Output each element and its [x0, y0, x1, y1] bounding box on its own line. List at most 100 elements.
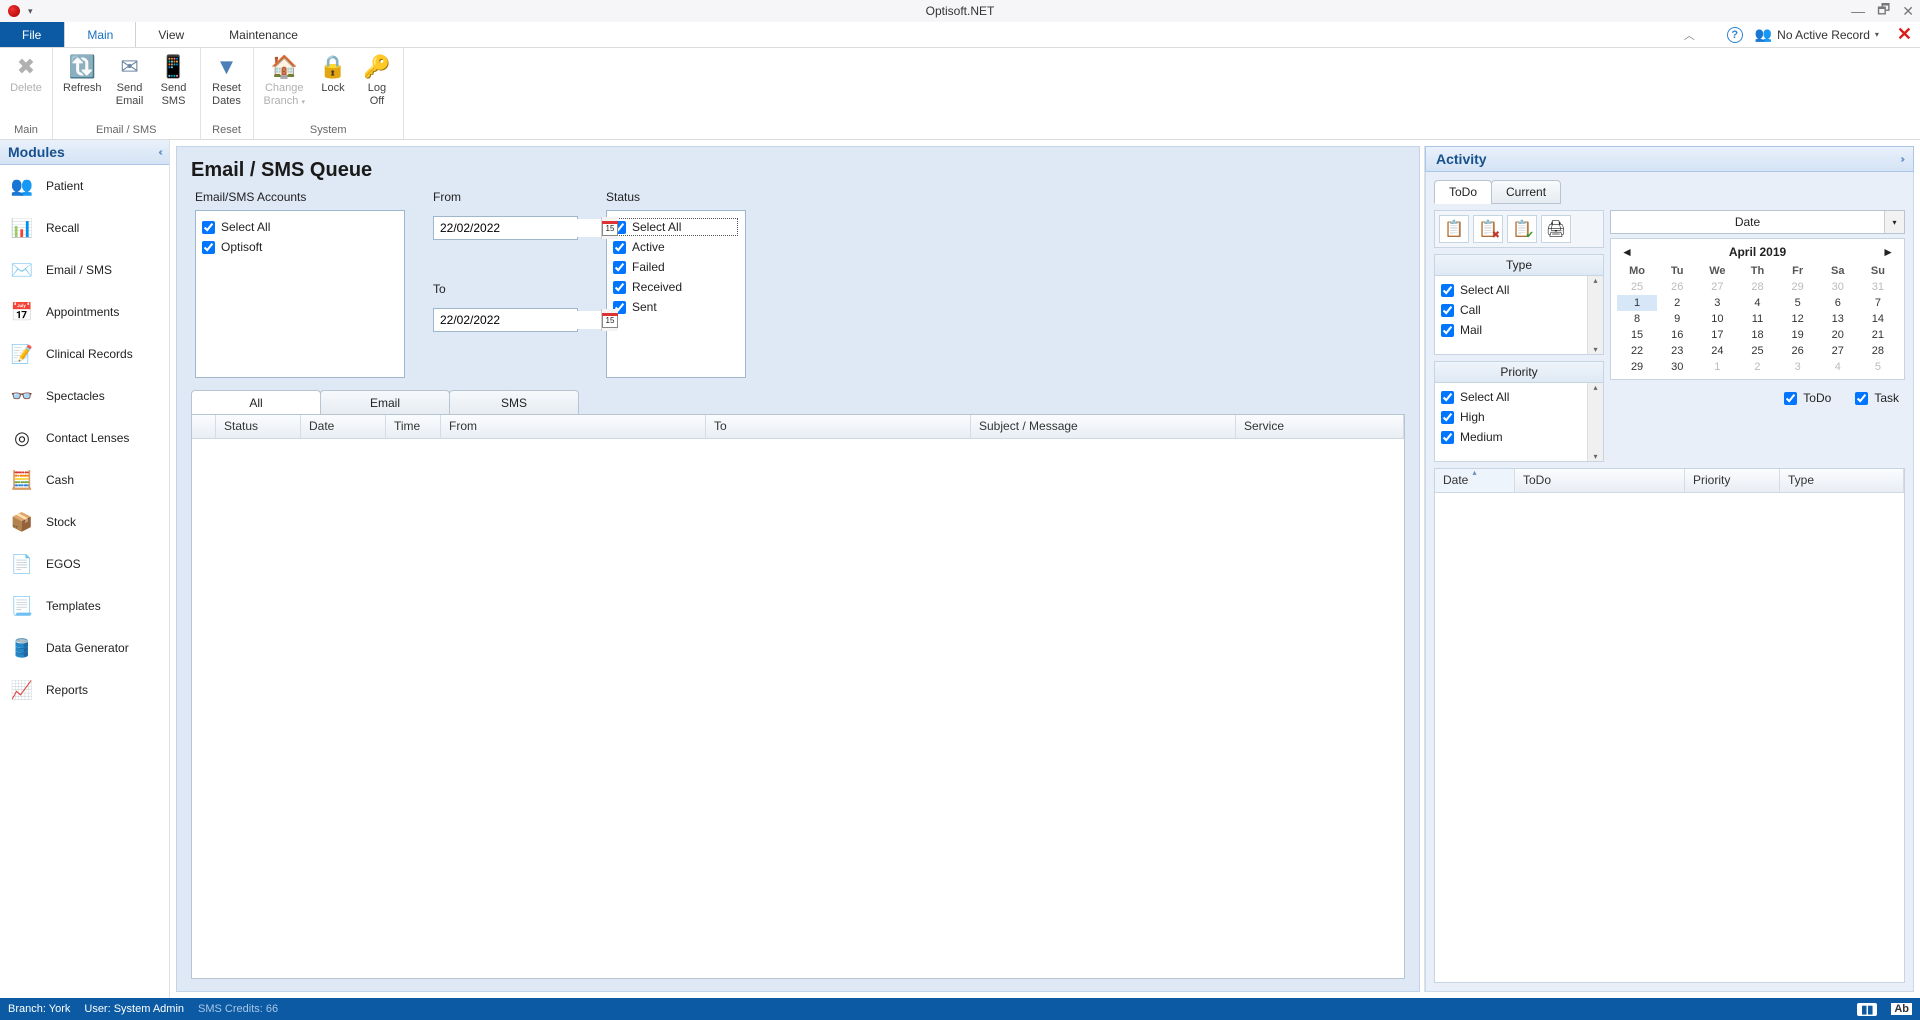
activity-tab-todo[interactable]: ToDo [1434, 180, 1492, 204]
type-scrollbar[interactable]: ▴▾ [1587, 276, 1603, 354]
delete-button[interactable]: ✖ Delete [4, 50, 48, 124]
calendar-day[interactable]: 12 [1778, 311, 1818, 327]
calendar-day[interactable]: 2 [1657, 295, 1697, 311]
menu-view[interactable]: View [136, 22, 207, 47]
calendar-day[interactable]: 25 [1737, 343, 1777, 359]
calendar-day[interactable]: 27 [1818, 343, 1858, 359]
calendar-day[interactable]: 30 [1657, 359, 1697, 375]
priority-select-all[interactable]: Select All [1441, 387, 1597, 407]
status-received[interactable]: Received [613, 277, 739, 297]
clipboard-button[interactable]: 📋 [1439, 215, 1469, 243]
type-call[interactable]: Call [1441, 300, 1597, 320]
sidebar-collapse-icon[interactable]: ‹‹ [158, 147, 161, 158]
calendar-day[interactable]: 5 [1778, 295, 1818, 311]
mini-calendar[interactable]: ◄ April 2019 ► MoTuWeThFrSaSu 2526272829… [1610, 238, 1905, 380]
from-date-picker[interactable]: 15 [601, 217, 618, 239]
calendar-day[interactable]: 4 [1818, 359, 1858, 375]
lock-button[interactable]: 🔒 Lock [311, 50, 355, 124]
collapse-ribbon-icon[interactable]: ︿ [1684, 27, 1695, 43]
menu-maintenance[interactable]: Maintenance [207, 22, 321, 47]
active-record-dropdown[interactable]: 👥 No Active Record ▾ [1755, 26, 1879, 43]
calendar-day[interactable]: 23 [1657, 343, 1697, 359]
to-date-picker[interactable]: 15 [601, 309, 618, 331]
calendar-day[interactable]: 18 [1737, 327, 1777, 343]
calendar-day[interactable]: 2 [1737, 359, 1777, 375]
log-off-button[interactable]: 🔑 Log Off [355, 50, 399, 124]
col-date[interactable]: Date [301, 415, 386, 438]
change-branch-button[interactable]: 🏠 Change Branch ▾ [258, 50, 311, 124]
col-service[interactable]: Service [1236, 415, 1404, 438]
calendar-day[interactable]: 15 [1617, 327, 1657, 343]
calendar-day[interactable]: 26 [1657, 279, 1697, 295]
menu-file[interactable]: File [0, 22, 64, 47]
calendar-day[interactable]: 6 [1818, 295, 1858, 311]
menu-main[interactable]: Main [64, 22, 136, 47]
queue-tab-all[interactable]: All [191, 390, 321, 414]
sidebar-item-data-generator[interactable]: 🛢️Data Generator [0, 627, 169, 669]
filter-todo-checkbox[interactable]: ToDo [1784, 388, 1831, 408]
queue-tab-email[interactable]: Email [320, 390, 450, 414]
col-to[interactable]: To [706, 415, 971, 438]
calendar-day[interactable]: 10 [1697, 311, 1737, 327]
priority-medium[interactable]: Medium [1441, 427, 1597, 447]
queue-grid[interactable]: Status Date Time From To Subject / Messa… [191, 414, 1405, 979]
help-icon[interactable]: ? [1727, 27, 1743, 43]
status-indicator-icon[interactable]: ▮▮ [1857, 1003, 1877, 1016]
sidebar-item-egos[interactable]: 📄EGOS [0, 543, 169, 585]
clipboard-remove-button[interactable]: 📋✖ [1473, 215, 1503, 243]
calendar-day[interactable]: 16 [1657, 327, 1697, 343]
cal-next-icon[interactable]: ► [1882, 245, 1894, 259]
calendar-day[interactable]: 17 [1697, 327, 1737, 343]
calendar-day[interactable]: 20 [1818, 327, 1858, 343]
calendar-day[interactable]: 28 [1858, 343, 1898, 359]
send-sms-button[interactable]: 📱 Send SMS [152, 50, 196, 124]
calendar-day[interactable]: 26 [1778, 343, 1818, 359]
calendar-day[interactable]: 29 [1778, 279, 1818, 295]
sidebar-item-appointments[interactable]: 📅Appointments [0, 291, 169, 333]
filter-task-checkbox[interactable]: Task [1855, 388, 1899, 408]
sidebar-item-clinical[interactable]: 📝Clinical Records [0, 333, 169, 375]
cal-prev-icon[interactable]: ◄ [1621, 245, 1633, 259]
from-date-field[interactable]: 15 [433, 216, 578, 240]
status-failed[interactable]: Failed [613, 257, 739, 277]
col-status[interactable]: Status [216, 415, 301, 438]
sidebar-item-reports[interactable]: 📈Reports [0, 669, 169, 711]
sidebar-item-cash[interactable]: 🧮Cash [0, 459, 169, 501]
sidebar-item-spectacles[interactable]: 👓Spectacles [0, 375, 169, 417]
queue-tab-sms[interactable]: SMS [449, 390, 579, 414]
col-from[interactable]: From [441, 415, 706, 438]
calendar-day[interactable]: 1 [1697, 359, 1737, 375]
calendar-day[interactable]: 3 [1778, 359, 1818, 375]
calendar-day[interactable]: 25 [1617, 279, 1657, 295]
activity-grid[interactable]: Date ToDo Priority Type [1434, 468, 1905, 983]
calendar-day[interactable]: 3 [1697, 295, 1737, 311]
calendar-day[interactable]: 5 [1858, 359, 1898, 375]
close-icon[interactable]: ✕ [1902, 3, 1914, 20]
calendar-day[interactable]: 1 [1617, 295, 1657, 311]
calendar-day[interactable]: 24 [1697, 343, 1737, 359]
type-select-all[interactable]: Select All [1441, 280, 1597, 300]
send-email-button[interactable]: ✉ Send Email [108, 50, 152, 124]
sidebar-item-email-sms[interactable]: ✉️Email / SMS [0, 249, 169, 291]
act-col-type[interactable]: Type [1780, 469, 1904, 492]
sidebar-item-contact-lenses[interactable]: ◎Contact Lenses [0, 417, 169, 459]
to-date-field[interactable]: 15 [433, 308, 578, 332]
act-col-date[interactable]: Date [1435, 469, 1515, 492]
calendar-day[interactable]: 31 [1858, 279, 1898, 295]
act-col-todo[interactable]: ToDo [1515, 469, 1685, 492]
status-sent[interactable]: Sent [613, 297, 739, 317]
calendar-day[interactable]: 7 [1858, 295, 1898, 311]
status-ab-icon[interactable]: Ab [1891, 1003, 1912, 1015]
minimize-icon[interactable]: — [1851, 3, 1865, 19]
sidebar-item-recall[interactable]: 📊Recall [0, 207, 169, 249]
type-mail[interactable]: Mail [1441, 320, 1597, 340]
to-date-input[interactable] [434, 311, 601, 329]
priority-scrollbar[interactable]: ▴▾ [1587, 383, 1603, 461]
activity-expand-icon[interactable]: ›› [1900, 154, 1903, 165]
date-mode-dropdown[interactable]: Date ▾ [1610, 210, 1905, 234]
status-select-all[interactable]: Select All [613, 217, 739, 237]
calendar-day[interactable]: 11 [1737, 311, 1777, 327]
priority-high[interactable]: High [1441, 407, 1597, 427]
sidebar-item-stock[interactable]: 📦Stock [0, 501, 169, 543]
quick-access-dropdown[interactable]: ▾ [28, 6, 33, 17]
